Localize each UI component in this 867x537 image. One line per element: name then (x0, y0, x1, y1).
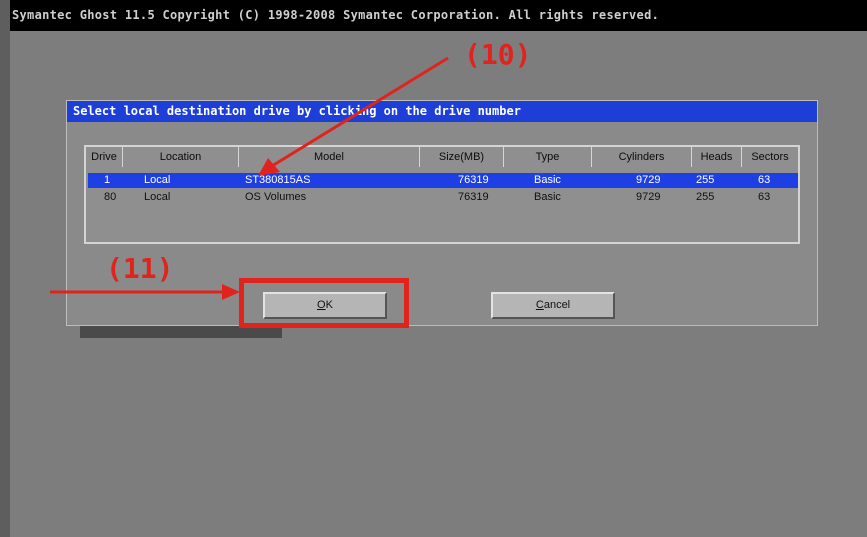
arrow-11-head (222, 284, 240, 300)
arrow-10-head (258, 158, 280, 176)
arrow-10-line (271, 56, 449, 168)
annotation-arrows (50, 56, 449, 300)
